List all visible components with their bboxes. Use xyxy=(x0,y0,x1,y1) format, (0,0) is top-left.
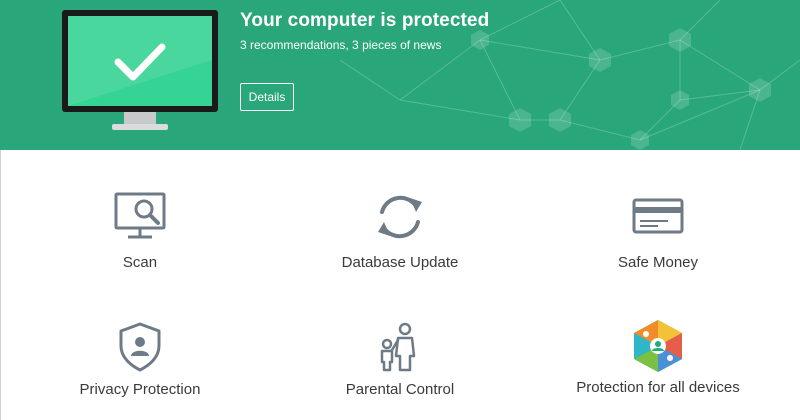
parental-control-label: Parental Control xyxy=(345,381,455,398)
window-border xyxy=(0,150,1,420)
scan-label: Scan xyxy=(122,254,158,271)
privacy-protection-label: Privacy Protection xyxy=(79,381,201,398)
refresh-arrows-icon xyxy=(378,195,422,239)
safe-money-label: Safe Money xyxy=(617,254,699,271)
scan-tile[interactable]: Scan xyxy=(30,190,250,273)
shield-user-icon xyxy=(119,322,161,372)
protection-all-devices-tile[interactable]: Protection for all devices xyxy=(548,320,768,398)
safe-money-tile[interactable]: Safe Money xyxy=(548,190,768,273)
status-banner: Your computer is protected 3 recommendat… xyxy=(0,0,800,150)
database-update-tile[interactable]: Database Update xyxy=(290,190,510,273)
protection-all-devices-label: Protection for all devices xyxy=(576,379,740,396)
status-subtitle[interactable]: 3 recommendations, 3 pieces of news xyxy=(240,38,441,52)
parent-child-icon xyxy=(380,322,416,372)
details-button[interactable]: Details xyxy=(240,83,294,111)
status-title: Your computer is protected xyxy=(240,10,490,31)
credit-card-icon xyxy=(632,198,684,234)
monitor-magnifier-icon xyxy=(114,192,166,239)
database-update-label: Database Update xyxy=(341,254,459,271)
privacy-protection-tile[interactable]: Privacy Protection xyxy=(30,322,250,400)
parental-control-tile[interactable]: Parental Control xyxy=(290,322,510,400)
devices-map-icon xyxy=(634,320,682,372)
protected-monitor-icon xyxy=(62,10,218,130)
